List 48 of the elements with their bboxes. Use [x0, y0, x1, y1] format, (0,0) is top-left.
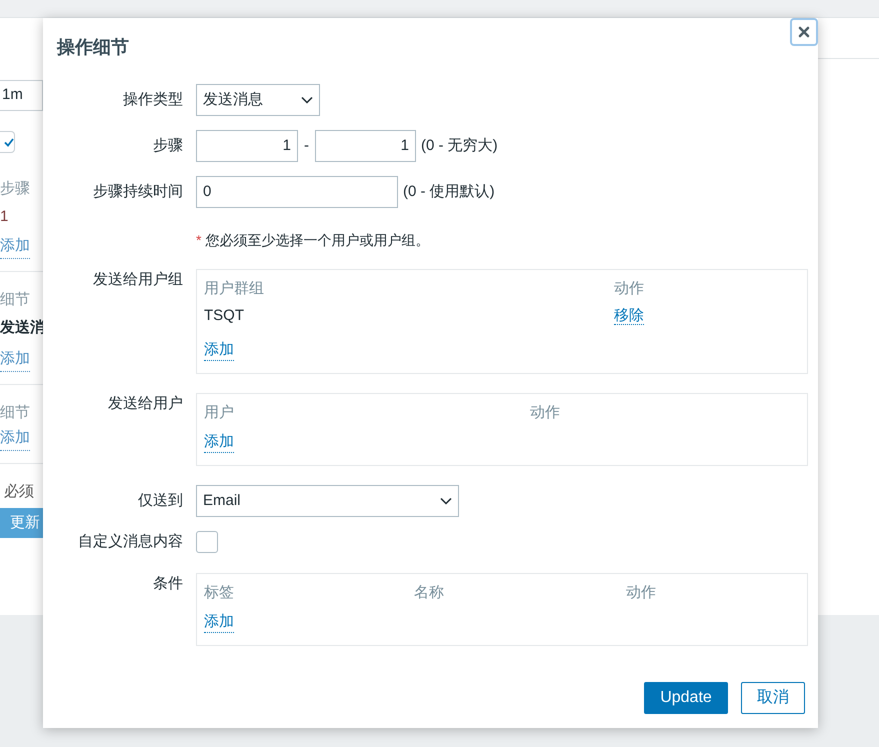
select-dropdown[interactable]: 发送消息	[196, 84, 320, 116]
table-cell: TSQT	[204, 307, 244, 324]
add-link[interactable]: 添加	[204, 340, 234, 360]
field-label: 细节	[0, 403, 31, 423]
field-label: 条件	[153, 575, 183, 592]
note-text: 必须	[3, 482, 35, 502]
hint-text: (0 - 使用默认)	[403, 182, 495, 202]
remove-link[interactable]: 移除	[614, 307, 644, 325]
check-icon	[4, 138, 14, 146]
dialog-title: 操作细节	[57, 36, 129, 59]
required-note: * 您必须至少选择一个用户或用户组。	[196, 231, 430, 250]
field-label: 步骤	[153, 137, 183, 154]
field-label: 仅送到	[138, 492, 183, 509]
add-link[interactable]: 添加	[0, 427, 30, 451]
checkbox[interactable]	[0, 131, 15, 153]
field-label: 细节	[0, 290, 31, 310]
add-link[interactable]: 添加	[204, 612, 234, 632]
field-label: 自定义消息内容	[78, 533, 183, 550]
update-button[interactable]: 更新	[0, 508, 43, 538]
select-dropdown[interactable]: Email	[196, 485, 459, 517]
update-button[interactable]: Update	[644, 682, 728, 714]
input-field[interactable]: 1	[196, 130, 298, 162]
column-header: 动作	[530, 404, 560, 421]
column-header: 动作	[626, 584, 656, 601]
column-header: 名称	[414, 584, 444, 601]
close-icon	[798, 26, 810, 38]
column-header: 用户群组	[204, 280, 264, 297]
separator-text: -	[304, 136, 309, 156]
field-label: 操作类型	[123, 91, 183, 108]
input-field[interactable]: 1	[315, 130, 416, 162]
hint-text: (0 - 无穷大)	[421, 136, 498, 156]
add-link[interactable]: 添加	[0, 348, 30, 372]
add-link[interactable]: 添加	[0, 235, 30, 259]
add-link[interactable]: 添加	[204, 432, 234, 452]
column-header: 动作	[614, 280, 644, 297]
column-header: 标签	[204, 584, 234, 601]
field-label: 步骤	[0, 179, 31, 199]
field-label: 发送给用户组	[93, 271, 183, 288]
cancel-button[interactable]: 取消	[741, 682, 805, 714]
checkbox[interactable]	[196, 531, 218, 553]
step-value: 1	[0, 207, 10, 227]
close-button[interactable]	[790, 18, 818, 46]
chevron-icon	[301, 96, 313, 104]
chevron-icon	[440, 497, 452, 505]
input-field[interactable]: 0	[196, 176, 398, 208]
column-header: 用户	[204, 404, 234, 421]
field-label: 发送给用户	[108, 395, 183, 412]
field-label: 步骤持续时间	[93, 183, 183, 200]
